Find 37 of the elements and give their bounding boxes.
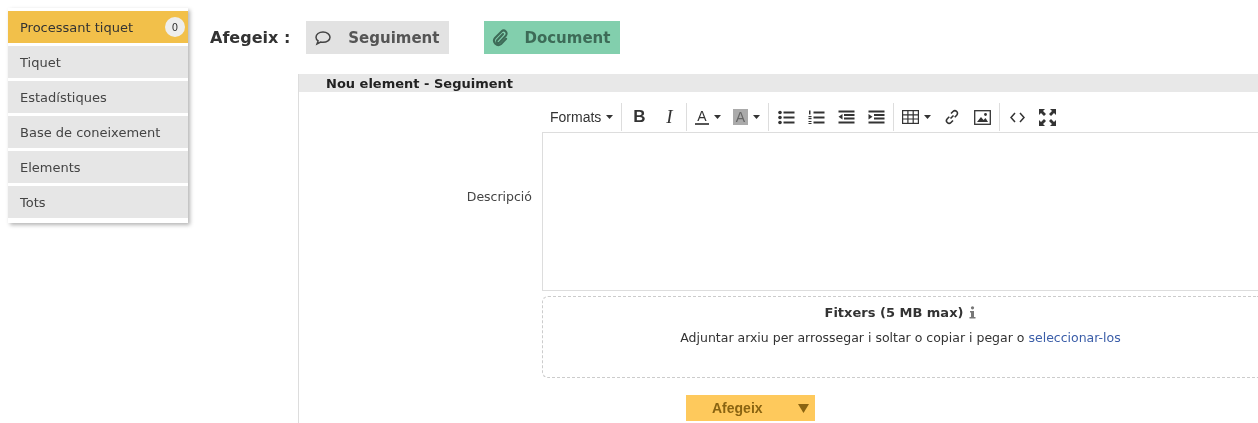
caret-icon — [924, 115, 932, 119]
table-icon — [902, 110, 920, 124]
link-icon — [944, 109, 961, 125]
count-badge: 0 — [165, 17, 185, 37]
panel-title: Nou element - Seguiment — [326, 75, 513, 92]
code-icon — [1009, 111, 1025, 123]
info-icon — [969, 306, 977, 319]
fullscreen-icon — [1038, 108, 1056, 126]
caret-icon — [753, 115, 761, 119]
bold-button[interactable]: B — [624, 103, 655, 131]
field-label: Descripció — [465, 187, 533, 206]
speech-bubble-icon — [314, 29, 333, 46]
sidebar-item[interactable]: Tots — [8, 186, 188, 218]
formats-menu[interactable]: Formats — [544, 103, 620, 131]
add-followup-button[interactable]: Seguiment — [306, 21, 450, 54]
image-icon — [973, 109, 991, 125]
sidebar-item[interactable]: Estadístiques — [8, 81, 188, 113]
caret-icon — [606, 115, 614, 119]
text-color-button[interactable]: A — [689, 103, 727, 131]
add-label: Afegeix : — [210, 28, 291, 47]
select-files-link[interactable]: seleccionar-los — [1028, 330, 1121, 345]
sidebar-item[interactable]: Processant tiquet 0 — [8, 11, 188, 43]
sidebar-item[interactable]: Base de coneixement — [8, 116, 188, 148]
caret-icon — [713, 115, 721, 119]
bullet-list-icon — [777, 109, 795, 125]
sidebar-item[interactable]: Elements — [8, 151, 188, 183]
files-title: Fitxers (5 MB max) — [824, 305, 964, 320]
outdent-icon — [837, 109, 855, 125]
file-drop-zone[interactable]: Fitxers (5 MB max) Adjuntar arxiu per arrossegar i soltar o copiar i pegar o seleccionar-los — [542, 296, 1258, 378]
dropdown-arrow-icon — [798, 403, 809, 413]
paperclip-icon — [492, 28, 509, 47]
italic-button[interactable]: I — [654, 103, 685, 131]
sidebar-item[interactable]: Tiquet — [8, 46, 188, 78]
indent-icon — [867, 109, 885, 125]
numbered-list-icon — [807, 109, 825, 125]
add-button[interactable]: Afegeix — [686, 395, 815, 421]
drop-hint: Adjuntar arxiu per arrossegar i soltar o copiar i pegar o seleccionar-los — [680, 330, 1121, 345]
